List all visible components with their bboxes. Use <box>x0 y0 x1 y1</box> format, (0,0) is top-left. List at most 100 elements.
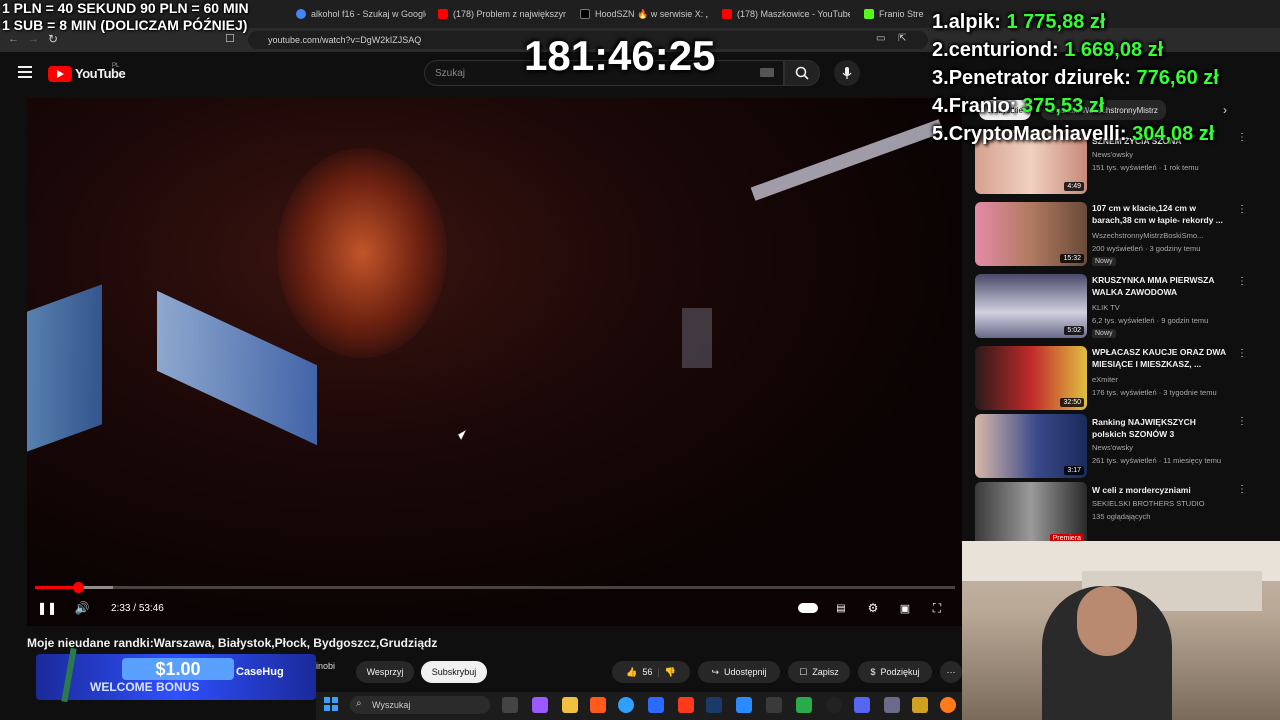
bonus-label: WELCOME BONUS <box>90 680 200 694</box>
steam-icon[interactable] <box>706 697 722 713</box>
tab-youtube-maszkowice[interactable]: (178) Maszkowice - YouTube <box>722 4 850 24</box>
settings-app-icon[interactable] <box>884 697 900 713</box>
taskbar-search-input[interactable]: Wyszukaj <box>350 696 490 714</box>
more-vert-icon[interactable]: ⋮ <box>1237 416 1247 427</box>
copilot-icon[interactable] <box>532 697 548 713</box>
firefox-icon[interactable] <box>940 697 956 713</box>
chrome-icon[interactable] <box>618 697 634 713</box>
thumbnail[interactable]: 15:32 <box>975 202 1087 266</box>
like-count[interactable]: 56 <box>642 667 652 677</box>
thumbnail[interactable]: 32:50 <box>975 346 1087 410</box>
rec-channel[interactable]: News'owsky <box>1092 443 1133 452</box>
donation-leaderboard: 1.alpik: 1 775,88 zł 2.centuriond: 1 669… <box>932 8 1219 148</box>
back-icon[interactable]: ← <box>8 33 19 45</box>
rec-title[interactable]: 107 cm w klacie,124 cm w barach,38 cm w … <box>1092 202 1232 226</box>
recommendation-item[interactable]: 5:02 KRUSZYNKA MMA PIERWSZA WALKA ZAWODO… <box>975 274 1247 338</box>
video-player[interactable] <box>27 98 962 626</box>
keyboard-icon[interactable] <box>760 68 774 77</box>
rec-meta: 200 wyświetleń · 3 godziny temu <box>1092 244 1201 253</box>
rec-title[interactable]: WPŁACASZ KAUCJE ORAZ DWA MIESIĄCE I MIES… <box>1092 346 1232 370</box>
webcam-feed <box>962 541 1280 720</box>
like-icon[interactable]: 👍 <box>626 667 637 678</box>
channel-name[interactable]: inobi <box>316 661 335 671</box>
rec-title[interactable]: Ranking NAJWIĘKSZYCH polskich SZONÓW 3 <box>1092 416 1232 440</box>
tab-kick-franio[interactable]: Franio Stream - Watch Live on <box>864 4 924 24</box>
app-icon[interactable] <box>912 697 928 713</box>
miniplayer-icon[interactable]: ▣ <box>897 594 913 622</box>
google-icon <box>296 9 306 19</box>
casehug-brand: CaseHug <box>236 666 284 678</box>
tab-google-search[interactable]: alkohol f16 - Szukaj w Google <box>296 4 426 24</box>
microphone-icon <box>842 67 852 79</box>
autoplay-toggle-icon[interactable] <box>797 594 819 622</box>
mouse-cursor-icon <box>458 430 469 440</box>
more-actions-icon[interactable]: ⋯ <box>940 661 962 683</box>
casehug-ad-banner[interactable]: $1.00 WELCOME BONUS CaseHug <box>36 647 316 703</box>
task-view-icon[interactable] <box>502 697 518 713</box>
youtube-icon <box>438 9 448 19</box>
support-button[interactable]: Wesprzyj <box>356 661 414 683</box>
more-vert-icon[interactable]: ⋮ <box>1237 276 1247 287</box>
thumbnail[interactable]: 5:02 <box>975 274 1087 338</box>
recommendation-item[interactable]: 32:50 WPŁACASZ KAUCJE ORAZ DWA MIESIĄCE … <box>975 346 1247 410</box>
tab-x-hoodszn[interactable]: HoodSZN 🔥 w serwisie X: „Ch <box>580 4 708 24</box>
file-explorer-icon[interactable] <box>562 697 578 713</box>
notepad-icon[interactable] <box>736 697 752 713</box>
video-progress-bar[interactable] <box>35 582 955 593</box>
rec-channel[interactable]: eXmiter <box>1092 375 1118 384</box>
more-vert-icon[interactable]: ⋮ <box>1237 348 1247 359</box>
menu-icon[interactable] <box>18 66 32 78</box>
app-icon[interactable] <box>766 697 782 713</box>
subathon-timer: 181:46:25 <box>524 32 716 79</box>
rec-title[interactable]: KRUSZYNKA MMA PIERWSZA WALKA ZAWODOWA <box>1092 274 1232 298</box>
rec-channel[interactable]: News'owsky <box>1092 150 1133 159</box>
discord-icon[interactable] <box>854 697 870 713</box>
search-icon <box>795 66 809 80</box>
youtube-logo-icon[interactable] <box>48 66 72 82</box>
time-display: 2:33 / 53:46 <box>111 594 164 622</box>
recommendation-item[interactable]: Premiera W celi z mordercyzniami SEKIELS… <box>975 482 1247 546</box>
rec-channel[interactable]: KLIK TV <box>1092 303 1120 312</box>
recommendation-item[interactable]: 15:32 107 cm w klacie,124 cm w barach,38… <box>975 202 1247 266</box>
windows-start-icon[interactable] <box>324 697 338 711</box>
search-button[interactable] <box>784 60 820 86</box>
rec-title[interactable]: W celi z mordercyzniami <box>1092 484 1232 496</box>
brave-icon[interactable] <box>590 697 606 713</box>
brave-browser-icon[interactable] <box>678 697 694 713</box>
search-icon: ⌕ <box>356 698 362 709</box>
save-button[interactable]: ☐ Zapisz <box>788 661 850 683</box>
more-vert-icon[interactable]: ⋮ <box>1237 204 1247 215</box>
more-vert-icon[interactable]: ⋮ <box>1237 484 1247 495</box>
cast-icon[interactable]: ▭ <box>876 33 885 44</box>
chevron-right-icon[interactable]: › <box>1223 103 1227 117</box>
thumbnail[interactable]: Premiera <box>975 482 1087 546</box>
subtitles-icon[interactable]: ▤ <box>833 594 849 622</box>
video-frame-light-left <box>27 284 102 452</box>
knife-icon <box>61 647 77 703</box>
thumbnail[interactable]: 3:17 <box>975 414 1087 478</box>
video-frame-face <box>277 148 447 358</box>
thanks-button[interactable]: $ Podziękuj <box>858 661 932 683</box>
rec-meta: 176 tys. wyświetleń · 3 tygodnie temu <box>1092 388 1217 397</box>
forward-icon[interactable]: → <box>28 33 39 45</box>
rec-channel[interactable]: WszechstronnyMistrzBoskiSmo... <box>1092 231 1203 240</box>
x-icon <box>580 9 590 19</box>
pause-icon[interactable]: ❚❚ <box>37 594 57 622</box>
share-page-icon[interactable]: ⇱ <box>898 33 906 44</box>
reload-icon[interactable]: ↻ <box>48 32 58 46</box>
obs-icon[interactable] <box>826 697 842 713</box>
more-vert-icon[interactable]: ⋮ <box>1237 132 1247 143</box>
tab-youtube-problem[interactable]: (178) Problem z największym <box>438 4 566 24</box>
store-icon[interactable] <box>648 697 664 713</box>
dislike-icon[interactable]: 👎 <box>665 667 676 678</box>
rec-channel[interactable]: SEKIELSKI BROTHERS STUDIO <box>1092 499 1205 508</box>
settings-icon[interactable]: ⚙ <box>865 594 881 622</box>
subscribe-button[interactable]: Subskrybuj <box>421 661 487 683</box>
voice-search-button[interactable] <box>834 60 860 86</box>
recommendation-item[interactable]: 3:17 Ranking NAJWIĘKSZYCH polskich SZONÓ… <box>975 414 1247 478</box>
share-button[interactable]: ↪ Udostępnij <box>698 661 780 683</box>
app-icon[interactable] <box>796 697 812 713</box>
time-current: 2:33 <box>111 602 131 614</box>
fullscreen-icon[interactable]: ⛶ <box>929 594 945 622</box>
volume-icon[interactable]: 🔊 <box>73 594 91 622</box>
